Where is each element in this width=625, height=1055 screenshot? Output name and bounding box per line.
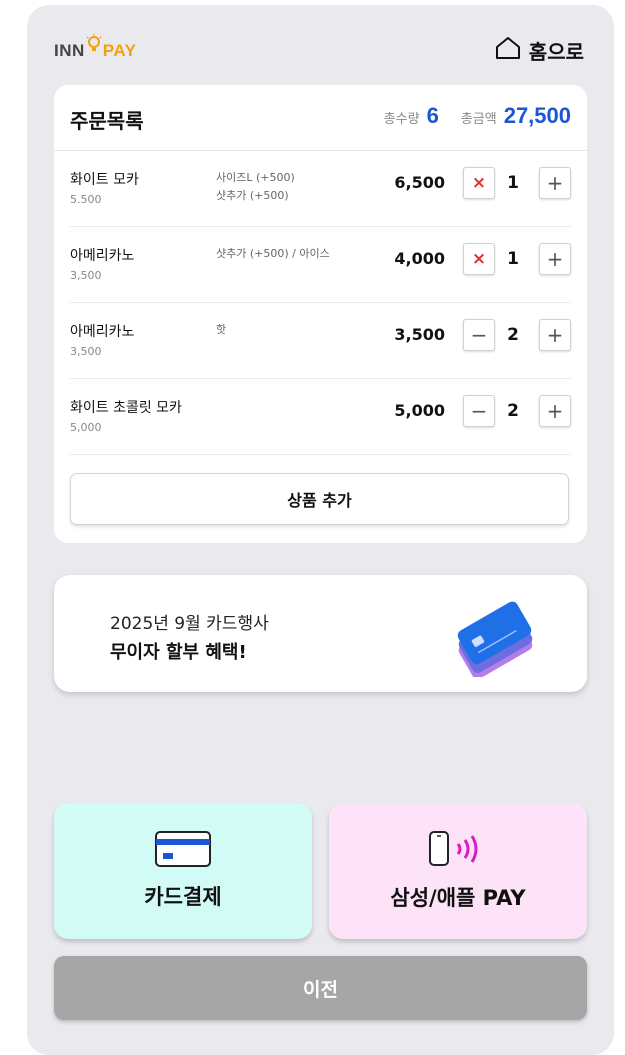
- card-payment-button[interactable]: 카드결제: [54, 803, 312, 939]
- plus-icon: +: [546, 247, 564, 271]
- plus-icon: +: [546, 171, 564, 195]
- decrease-qty-button[interactable]: −: [463, 395, 495, 427]
- total-qty-label: 총수량: [383, 112, 420, 127]
- total-qty-value: 6: [426, 103, 439, 128]
- increase-qty-button[interactable]: +: [539, 319, 571, 351]
- home-icon: [494, 35, 522, 65]
- item-name: 화이트 모카: [70, 172, 139, 188]
- item-name: 아메리카노: [70, 324, 135, 340]
- add-product-button[interactable]: 상품 추가: [70, 473, 569, 525]
- order-title: 주문목록: [70, 109, 144, 133]
- promo-title: 무이자 할부 혜택!: [110, 642, 247, 663]
- plus-icon: +: [546, 399, 564, 423]
- item-unit-price: 5.500: [70, 193, 102, 206]
- item-options: 샷추가 (+500) / 아이스: [216, 247, 330, 260]
- previous-button[interactable]: 이전: [54, 956, 587, 1020]
- phone-nfc-icon: [427, 830, 489, 872]
- total-amount-label: 총금액: [460, 112, 497, 127]
- item-qty: 1: [507, 173, 519, 193]
- item-options: 사이즈L (+500) 샷추가 (+500): [216, 171, 295, 202]
- item-unit-price: 3,500: [70, 345, 102, 358]
- order-totals: 총수량 6 총금액 27,500: [384, 103, 571, 129]
- item-price: 6,500: [394, 173, 445, 192]
- credit-cards-stack-icon: [451, 601, 537, 681]
- kiosk-screen: INN PAY 홈으로 주문목록 총수량 6 총금액 27,500 화이트 모카…: [27, 5, 614, 1055]
- minus-icon: −: [470, 323, 488, 347]
- order-list: 주문목록 총수량 6 총금액 27,500 화이트 모카 5.500 사이즈L (+…: [54, 85, 587, 543]
- minus-icon: −: [470, 399, 488, 423]
- item-name: 화이트 초콜릿 모카: [70, 400, 182, 416]
- order-item-row: 화이트 초콜릿 모카 5,000 5,000 −2 +: [54, 379, 587, 455]
- close-icon: ×: [471, 249, 487, 269]
- delete-item-button[interactable]: ×: [463, 167, 495, 199]
- card-payment-label: 카드결제: [144, 885, 222, 909]
- item-qty: 2: [507, 401, 519, 421]
- item-qty: 2: [507, 325, 519, 345]
- item-unit-price: 5,000: [70, 421, 102, 434]
- row-divider: [70, 454, 571, 455]
- lightbulb-icon: [86, 34, 102, 59]
- increase-qty-button[interactable]: +: [539, 395, 571, 427]
- promo-banner[interactable]: 2025년 9월 카드행사 무이자 할부 혜택!: [54, 575, 587, 692]
- increase-qty-button[interactable]: +: [539, 167, 571, 199]
- mobile-pay-label: 삼성/애플 PAY: [390, 886, 526, 910]
- credit-card-icon: [155, 831, 211, 871]
- item-unit-price: 3,500: [70, 269, 102, 282]
- order-header: 주문목록 총수량 6 총금액 27,500: [54, 85, 587, 151]
- header: INN PAY 홈으로: [27, 5, 614, 85]
- item-price: 5,000: [394, 401, 445, 420]
- item-name: 아메리카노: [70, 248, 135, 264]
- promo-subtitle: 2025년 9월 카드행사: [110, 614, 269, 634]
- item-qty: 1: [507, 249, 519, 269]
- total-amount-value: 27,500: [503, 103, 571, 128]
- plus-icon: +: [546, 323, 564, 347]
- item-options: 핫: [216, 323, 227, 336]
- order-item-row: 아메리카노 3,500 샷추가 (+500) / 아이스 4,000 × 1 +: [54, 227, 587, 303]
- delete-item-button[interactable]: ×: [463, 243, 495, 275]
- decrease-qty-button[interactable]: −: [463, 319, 495, 351]
- innopay-logo: INN PAY: [54, 34, 136, 61]
- close-icon: ×: [471, 173, 487, 193]
- order-item-row: 화이트 모카 5.500 사이즈L (+500) 샷추가 (+500) 6,500 × 1…: [54, 151, 587, 227]
- item-price: 3,500: [394, 325, 445, 344]
- item-price: 4,000: [394, 249, 445, 268]
- home-label: 홈으로: [528, 39, 584, 64]
- home-button[interactable]: 홈으로: [494, 35, 584, 65]
- increase-qty-button[interactable]: +: [539, 243, 571, 275]
- order-item-row: 아메리카노 3,500 핫 3,500 −2 +: [54, 303, 587, 379]
- mobile-pay-button[interactable]: 삼성/애플 PAY: [329, 803, 587, 939]
